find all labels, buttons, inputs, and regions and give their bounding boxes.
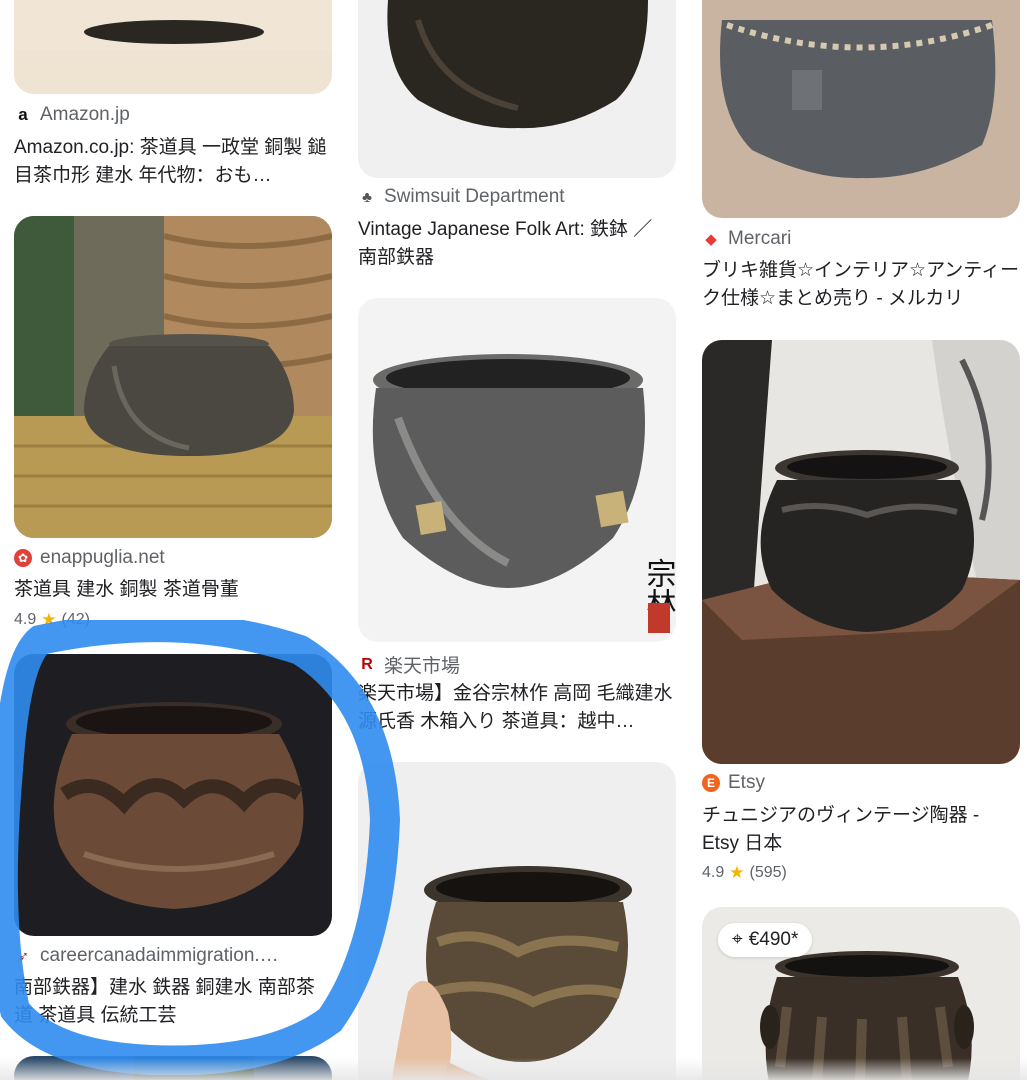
price-tag-chip[interactable]: ⌖ €490*: [718, 923, 813, 957]
result-title-6[interactable]: 楽天市場】金谷宗林作 高岡 毛織建水源氏香 木箱入り 茶道具：越中…: [358, 680, 676, 736]
result-image-8[interactable]: [702, 0, 1020, 218]
result-rating-2: 4.9 ★ (42): [14, 610, 90, 630]
source-label: 楽天市場: [384, 656, 461, 677]
result-image-7[interactable]: [358, 762, 676, 1080]
swimsuit-icon: ♣: [358, 188, 376, 206]
mercari-icon: ◆: [702, 230, 720, 248]
result-image-10[interactable]: ⌖ €490*: [702, 907, 1020, 1080]
source-label: Mercari: [728, 228, 792, 249]
result-source-9[interactable]: E Etsy: [702, 772, 765, 794]
result-source-1[interactable]: a Amazon.jp: [14, 104, 130, 126]
result-image-1[interactable]: [14, 0, 332, 94]
result-source-8[interactable]: ◆ Mercari: [702, 228, 791, 250]
result-title-5[interactable]: Vintage Japanese Folk Art: 鉄鉢 ／ 南部鉄器: [358, 216, 676, 272]
result-source-2[interactable]: ✿ enappuglia.net: [14, 547, 165, 569]
result-title-1[interactable]: Amazon.co.jp: 茶道具 一政堂 銅製 鎚目茶巾形 建水 年代物：おも…: [14, 134, 332, 190]
source-label: careercanadaimmigration.…: [40, 945, 279, 966]
result-source-3[interactable]: ➶ careercanadaimmigration.…: [14, 945, 279, 967]
result-image-6[interactable]: 宗林: [358, 298, 676, 642]
rakuten-r-icon: R: [358, 655, 376, 674]
result-image-3[interactable]: [14, 654, 332, 936]
result-image-5[interactable]: [358, 0, 676, 178]
source-label: Amazon.jp: [40, 104, 130, 125]
rating-value: 4.9: [14, 611, 37, 628]
bird-icon: ➶: [14, 947, 32, 965]
star-icon: ★: [729, 863, 745, 882]
result-source-6[interactable]: R 楽天市場: [358, 651, 460, 678]
result-rating-9: 4.9 ★ (595): [702, 863, 787, 883]
source-label: Swimsuit Department: [384, 186, 565, 207]
rating-count: (42): [61, 611, 90, 628]
result-title-3[interactable]: 南部鉄器】建水 鉄器 銅建水 南部茶道 茶道具 伝統工芸: [14, 974, 332, 1030]
amazon-a-icon: a: [14, 105, 32, 124]
star-icon: ★: [41, 610, 57, 629]
result-title-9[interactable]: チュニジアのヴィンテージ陶器 - Etsy 日本: [702, 802, 1020, 858]
etsy-e-icon: E: [702, 774, 720, 792]
rating-count: (595): [749, 864, 787, 881]
result-image-2[interactable]: [14, 216, 332, 538]
tag-icon: ⌖: [732, 929, 743, 950]
result-title-8[interactable]: ブリキ雑貨☆インテリア☆アンティーク仕様☆まとめ売り - メルカリ: [702, 257, 1020, 313]
rating-value: 4.9: [702, 864, 725, 881]
result-source-5[interactable]: ♣ Swimsuit Department: [358, 186, 565, 208]
source-label: enappuglia.net: [40, 547, 165, 568]
result-title-2[interactable]: 茶道具 建水 銅製 茶道骨董: [14, 576, 332, 604]
bottom-fade: [0, 1058, 1027, 1080]
result-image-9[interactable]: [702, 340, 1020, 764]
source-label: Etsy: [728, 772, 765, 793]
price-label: €490*: [748, 929, 799, 950]
enappuglia-icon: ✿: [14, 549, 32, 567]
